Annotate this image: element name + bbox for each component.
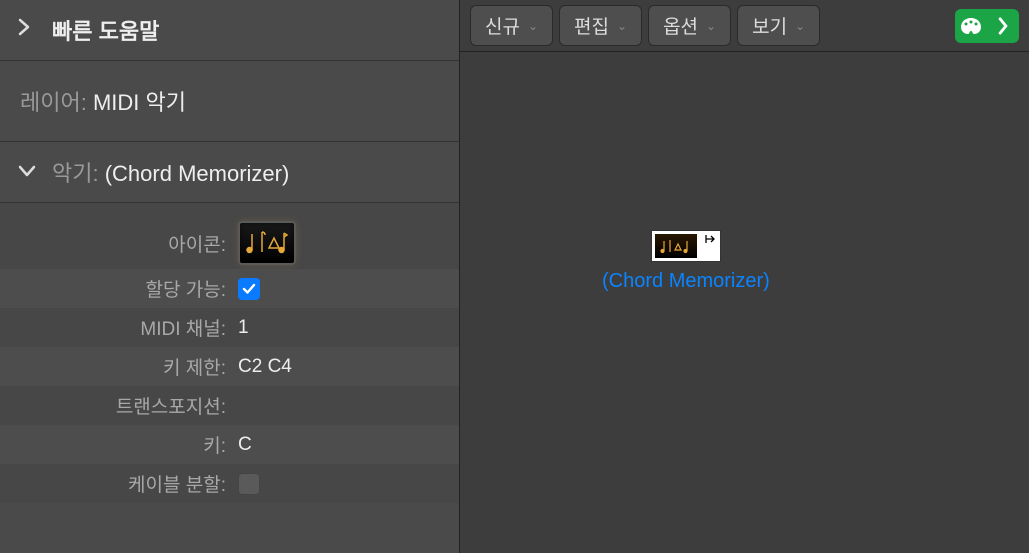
param-row-cable-split: 케이블 분할: <box>0 464 459 503</box>
chevron-down-icon: ⌄ <box>795 19 805 33</box>
quick-help-header[interactable]: 빠른 도움말 <box>0 0 459 61</box>
param-row-key-limit: 키 제한: C2 C4 <box>0 347 459 386</box>
param-row-key: 키: C <box>0 425 459 464</box>
node-label[interactable]: (Chord Memorizer) <box>602 270 770 293</box>
chevron-down-icon: ⌄ <box>528 19 538 33</box>
node-icon-container[interactable] <box>651 230 721 262</box>
chord-memorizer-node[interactable]: (Chord Memorizer) <box>602 230 770 293</box>
edit-button[interactable]: 편집 ⌄ <box>559 5 642 46</box>
chord-memorizer-icon <box>655 234 697 258</box>
assignable-label: 할당 가능: <box>16 275 234 302</box>
cable-split-value <box>234 473 443 495</box>
param-row-icon: 아이콘: <box>0 203 459 269</box>
option-button[interactable]: 옵션 ⌄ <box>648 5 731 46</box>
midi-channel-label: MIDI 채널: <box>16 314 234 341</box>
chevron-down-icon <box>18 161 36 184</box>
param-row-transposition: 트랜스포지션: <box>0 386 459 425</box>
chevron-down-icon: ⌄ <box>617 19 627 33</box>
midi-channel-value[interactable]: 1 <box>234 317 443 339</box>
layer-value: MIDI 악기 <box>93 90 186 115</box>
params-list: 아이콘: <box>0 203 459 503</box>
view-button[interactable]: 보기 ⌄ <box>737 5 820 46</box>
node-output-icon <box>705 234 717 244</box>
edit-button-label: 편집 <box>574 12 609 39</box>
new-button[interactable]: 신규 ⌄ <box>470 5 553 46</box>
chevron-right-icon <box>990 16 1016 36</box>
key-label: 키: <box>16 431 234 458</box>
layer-header: 레이어: MIDI 악기 <box>0 61 459 142</box>
param-row-assignable: 할당 가능: <box>0 269 459 308</box>
main-area: 신규 ⌄ 편집 ⌄ 옵션 ⌄ 보기 ⌄ <box>460 0 1029 553</box>
view-button-label: 보기 <box>752 12 787 39</box>
inspector-sidebar: 빠른 도움말 레이어: MIDI 악기 악기: (Chord Memorizer… <box>0 0 460 553</box>
palette-button[interactable] <box>955 9 1019 43</box>
assignable-value <box>234 278 443 300</box>
quick-help-title: 빠른 도움말 <box>52 14 159 46</box>
icon-label: 아이콘: <box>16 230 234 257</box>
key-limit-value[interactable]: C2 C4 <box>234 356 443 378</box>
chord-memorizer-icon[interactable] <box>238 221 296 265</box>
environment-canvas[interactable]: (Chord Memorizer) <box>460 52 1029 553</box>
option-button-label: 옵션 <box>663 12 698 39</box>
assignable-checkbox[interactable] <box>238 278 260 300</box>
new-button-label: 신규 <box>485 12 520 39</box>
cable-split-label: 케이블 분할: <box>16 470 234 497</box>
instrument-label: 악기: <box>52 161 105 186</box>
key-value[interactable]: C <box>234 434 443 456</box>
param-row-midi-channel: MIDI 채널: 1 <box>0 308 459 347</box>
key-limit-label: 키 제한: <box>16 353 234 380</box>
toolbar: 신규 ⌄ 편집 ⌄ 옵션 ⌄ 보기 ⌄ <box>460 0 1029 52</box>
layer-label: 레이어: <box>20 90 93 115</box>
chevron-right-icon <box>18 18 32 42</box>
palette-icon <box>958 16 984 36</box>
instrument-value: (Chord Memorizer) <box>105 161 290 186</box>
chevron-down-icon: ⌄ <box>706 19 716 33</box>
icon-value[interactable] <box>234 221 443 265</box>
cable-split-checkbox[interactable] <box>238 473 260 495</box>
transposition-label: 트랜스포지션: <box>16 392 234 419</box>
instrument-header[interactable]: 악기: (Chord Memorizer) <box>0 142 459 203</box>
